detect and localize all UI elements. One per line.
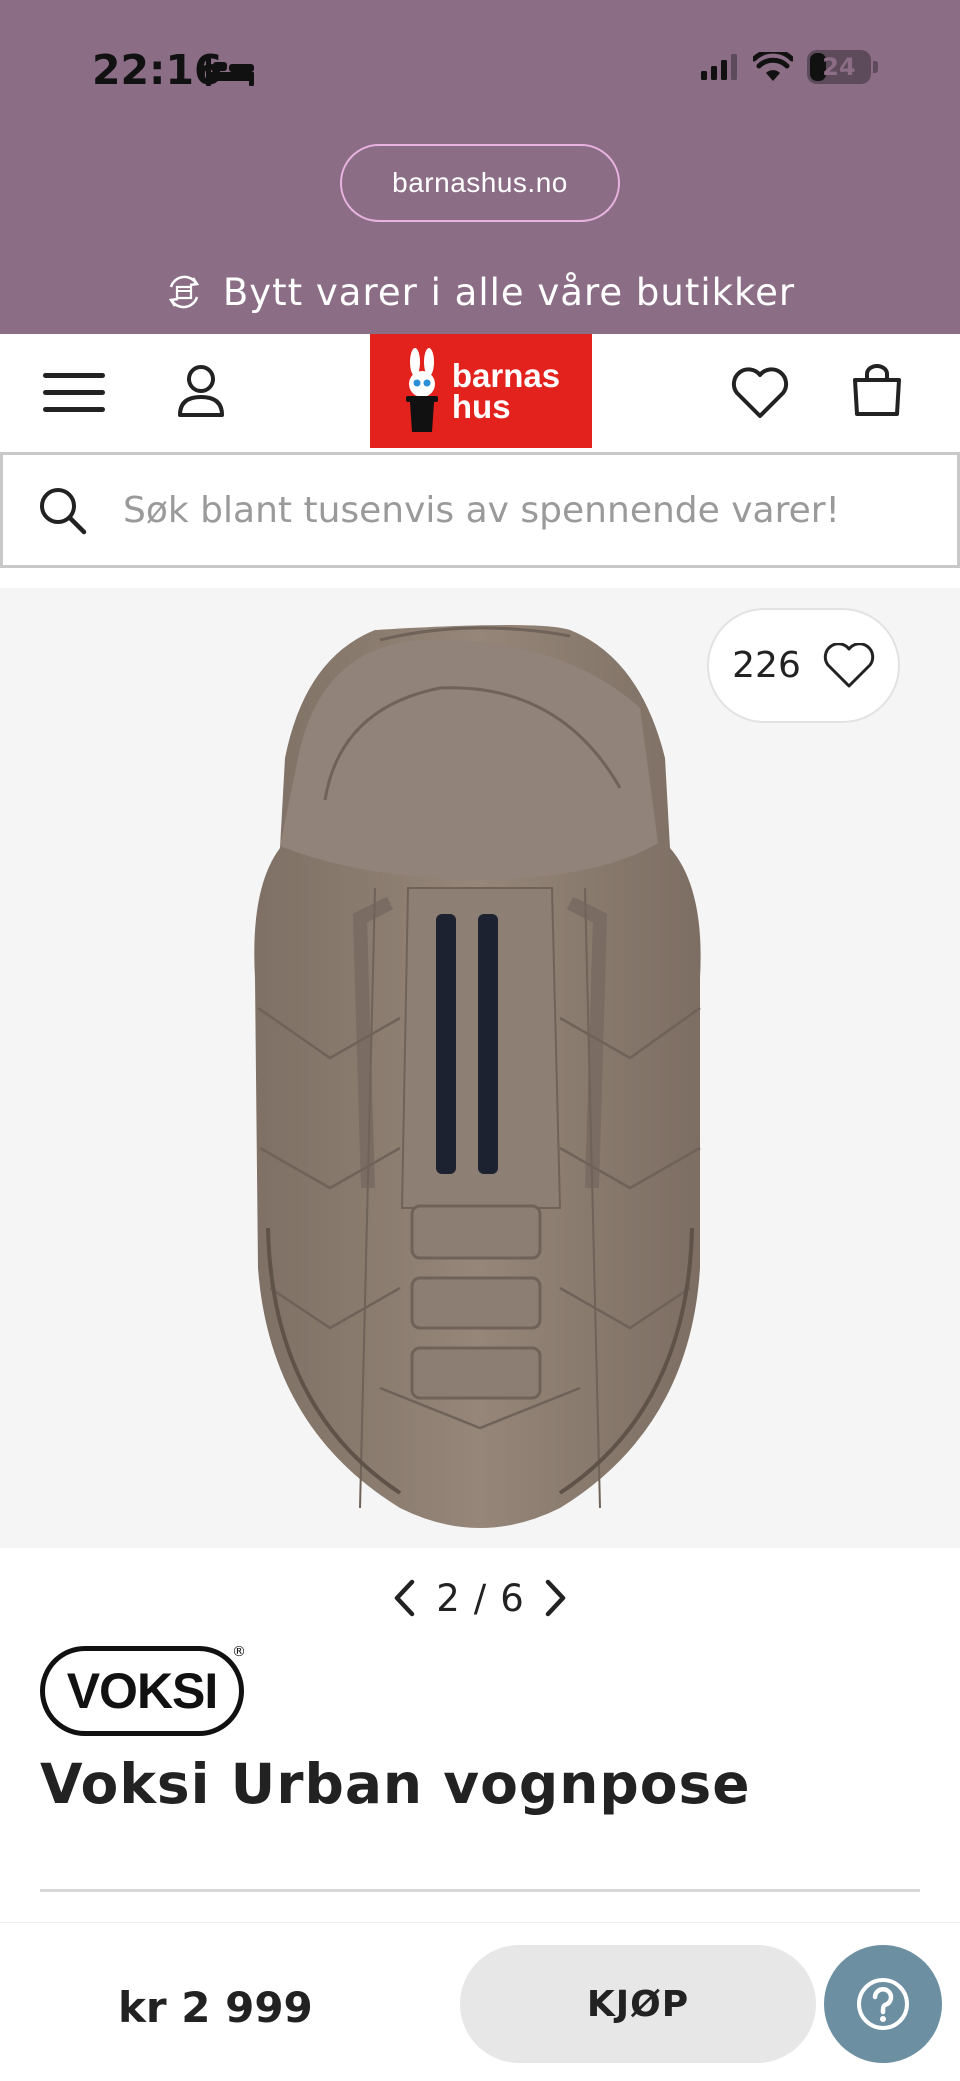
heart-icon <box>731 367 789 418</box>
buy-button[interactable]: KJØP <box>460 1945 816 2063</box>
product-price: kr 2 999 <box>118 1983 313 2032</box>
top-band: 22:16 24 barnashus.no Bytt varer i alle … <box>0 0 960 334</box>
user-icon <box>178 365 224 417</box>
battery-level: 24 <box>822 53 856 81</box>
product-gallery[interactable]: 226 <box>0 588 960 1548</box>
search-icon <box>40 488 87 535</box>
menu-button[interactable] <box>38 362 112 424</box>
bag-icon <box>853 364 901 416</box>
signal-icon <box>701 54 737 80</box>
next-image-button[interactable] <box>538 1574 574 1622</box>
battery-nub <box>873 61 878 73</box>
gallery-pager: 2 / 6 <box>380 1570 580 1626</box>
exchange-icon <box>168 275 199 309</box>
brand-logo[interactable]: VOKSI <box>40 1646 244 1736</box>
wishlist-button[interactable] <box>724 358 796 428</box>
like-count: 226 <box>732 645 801 686</box>
promo-banner[interactable]: Bytt varer i alle våre butikker <box>0 262 960 322</box>
brand-name: VOKSI <box>66 1663 219 1719</box>
product-image <box>254 625 701 1528</box>
status-time: 22:16 <box>92 46 223 94</box>
logo-line1: barnas <box>451 357 561 394</box>
prev-image-button[interactable] <box>386 1574 422 1622</box>
battery-icon: 24 <box>807 50 871 84</box>
cart-button[interactable] <box>844 356 910 426</box>
brand-registered-mark: ® <box>232 1644 246 1660</box>
site-header: barnas hus <box>0 334 960 450</box>
like-button[interactable]: 226 <box>707 608 900 723</box>
bed-icon <box>206 58 254 86</box>
menu-icon <box>43 373 105 412</box>
purchase-bar: kr 2 999 KJØP <box>0 1922 960 2081</box>
page-separator: / <box>473 1576 487 1620</box>
url-bar[interactable]: barnashus.no <box>340 144 620 222</box>
url-text: barnashus.no <box>392 167 568 198</box>
status-indicators: 24 <box>701 50 878 84</box>
search-input[interactable] <box>123 489 923 531</box>
chevron-left-icon <box>394 1579 415 1617</box>
logo-line2: hus <box>451 388 511 425</box>
search-bar[interactable] <box>0 452 960 568</box>
current-page: 2 <box>436 1576 460 1620</box>
product-title: Voksi Urban vognpose <box>40 1752 751 1816</box>
help-button[interactable] <box>824 1945 942 2063</box>
account-button[interactable] <box>166 356 236 426</box>
heart-outline-icon <box>823 642 875 687</box>
total-pages: 6 <box>500 1576 524 1620</box>
logo-text: barnas hus <box>451 357 561 425</box>
wifi-icon <box>753 52 793 81</box>
chevron-right-icon <box>545 1579 566 1617</box>
rabbit-hat-icon <box>405 348 438 432</box>
promo-text: Bytt varer i alle våre butikker <box>222 270 796 314</box>
divider <box>40 1889 920 1892</box>
question-icon <box>857 1978 909 2030</box>
site-logo[interactable]: barnas hus <box>370 334 592 448</box>
